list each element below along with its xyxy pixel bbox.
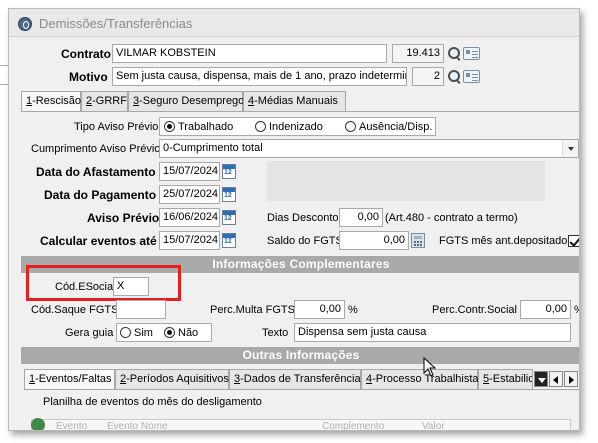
tab-seguro-desemprego[interactable]: 3-Seguro Desemprego bbox=[128, 91, 244, 111]
cumprimento-select[interactable]: 0-Cumprimento total bbox=[159, 139, 579, 158]
tab-divider bbox=[24, 389, 579, 390]
contact-card-icon[interactable] bbox=[463, 70, 480, 83]
motivo-label: Motivo bbox=[69, 70, 108, 84]
calendar-icon[interactable]: 12 bbox=[222, 187, 236, 202]
radio-ausencia-disp[interactable]: Ausência/Disp. bbox=[345, 121, 432, 133]
perc-contr-field[interactable]: 0,00 bbox=[520, 300, 571, 319]
rescisao-tabs: 1-Rescisão 2-GRRF 3-Seguro Desemprego 4-… bbox=[21, 91, 579, 112]
grid-col-evento[interactable]: Evento bbox=[56, 421, 87, 430]
aviso-previo-label: Aviso Prévio bbox=[87, 211, 160, 225]
perc-contr-label: Perc.Contr.Social bbox=[432, 304, 517, 316]
tabs-scroll-right-button[interactable] bbox=[564, 371, 578, 387]
fgts-mes-label: FGTS mês ant.depositado bbox=[439, 235, 568, 247]
radio-trabalhado[interactable]: Trabalhado bbox=[164, 121, 233, 133]
title-bar[interactable]: Demissões/Transferências bbox=[9, 9, 579, 37]
eventos-grid-header: Evento Evento Nome Complemento Valor bbox=[31, 419, 571, 430]
data-afastamento-field[interactable]: 15/07/2024 bbox=[159, 162, 220, 181]
contrato-code-field[interactable]: 19.413 bbox=[392, 44, 444, 63]
percent-sign: % bbox=[348, 304, 358, 316]
calendar-icon[interactable]: 12 bbox=[222, 210, 236, 225]
calculator-icon[interactable] bbox=[411, 233, 425, 248]
tab-eventos-faltas[interactable]: 1-Eventos/Faltas bbox=[24, 369, 115, 390]
cod-saque-field[interactable] bbox=[116, 300, 166, 319]
background-divider bbox=[0, 84, 8, 85]
tab-grrf[interactable]: 2-GRRF bbox=[81, 91, 128, 111]
dias-desconto-label: Dias Desconto bbox=[267, 212, 339, 224]
contrato-name-field[interactable]: VILMAR KOBSTEIN bbox=[112, 44, 387, 63]
gera-guia-label: Gera guia bbox=[65, 327, 114, 339]
data-pagamento-label: Data do Pagamento bbox=[44, 188, 157, 202]
fgts-mes-checkbox[interactable] bbox=[568, 235, 579, 247]
data-afastamento-label: Data do Afastamento bbox=[36, 165, 156, 179]
mouse-cursor-icon bbox=[423, 357, 437, 377]
contact-card-icon[interactable] bbox=[463, 47, 480, 60]
contrato-label: Contrato bbox=[61, 47, 111, 61]
tab-periodos-aquisitivos[interactable]: 2-Períodos Aquisitivos bbox=[115, 369, 229, 389]
outras-tabs: 1-Eventos/Faltas 2-Períodos Aquisitivos … bbox=[24, 369, 579, 390]
grid-status-icon bbox=[31, 418, 45, 430]
calendar-icon[interactable]: 12 bbox=[222, 164, 236, 179]
calcular-eventos-field[interactable]: 15/07/2024 bbox=[159, 231, 220, 250]
chevron-down-icon[interactable] bbox=[562, 140, 578, 157]
dias-desconto-field[interactable]: 0,00 bbox=[339, 208, 383, 227]
tab-scroll-controls bbox=[534, 371, 579, 387]
search-icon[interactable] bbox=[447, 69, 461, 83]
highlight-box bbox=[26, 265, 181, 301]
perc-multa-label: Perc.Multa FGTS bbox=[210, 304, 295, 316]
saldo-fgts-field[interactable]: 0,00 bbox=[339, 231, 409, 250]
app-icon bbox=[18, 17, 32, 31]
radio-indenizado[interactable]: Indenizado bbox=[255, 121, 323, 133]
tab-processo-trabalhista[interactable]: 4-Processo Trabalhista bbox=[361, 369, 479, 389]
info-panel-placeholder bbox=[267, 161, 545, 201]
grid-col-valor[interactable]: Valor bbox=[422, 421, 445, 430]
texto-field[interactable]: Dispensa sem justa causa bbox=[294, 323, 571, 342]
grid-col-complemento[interactable]: Complemento bbox=[322, 421, 384, 430]
perc-multa-field[interactable]: 0,00 bbox=[294, 300, 345, 319]
percent-sign: % bbox=[574, 304, 579, 316]
cod-saque-label: Cód.Saque FGTS bbox=[31, 304, 119, 316]
section-outras-informacoes: Outras Informações bbox=[21, 347, 579, 364]
planilha-label: Planilha de eventos do mês do desligamen… bbox=[43, 396, 262, 408]
tipo-aviso-radio-group: Trabalhado Indenizado Ausência/Disp. bbox=[159, 117, 436, 136]
window-title: Demissões/Transferências bbox=[39, 16, 193, 31]
gera-guia-radio-group: Sim Não bbox=[116, 323, 212, 342]
dias-desconto-note: (Art.480 - contrato a termo) bbox=[385, 212, 518, 224]
radio-nao[interactable]: Não bbox=[164, 327, 198, 339]
grid-col-evento-nome[interactable]: Evento Nome bbox=[107, 421, 168, 430]
radio-sim[interactable]: Sim bbox=[120, 327, 153, 339]
motivo-code-field[interactable]: 2 bbox=[412, 67, 444, 86]
tabs-dropdown-button[interactable] bbox=[534, 371, 548, 387]
cumprimento-value: 0-Cumprimento total bbox=[163, 142, 263, 154]
tabs-scroll-left-button[interactable] bbox=[549, 371, 563, 387]
texto-label: Texto bbox=[262, 327, 289, 339]
tab-dados-transferencia[interactable]: 3-Dados de Transferência bbox=[229, 369, 361, 389]
data-pagamento-field[interactable]: 25/07/2024 bbox=[159, 185, 220, 204]
tab-rescisao[interactable]: 1-Rescisão bbox=[21, 91, 81, 112]
calcular-eventos-label: Calcular eventos até bbox=[40, 234, 157, 248]
demissoes-window: Demissões/Transferências Contrato VILMAR… bbox=[8, 8, 580, 431]
tab-medias-manuais[interactable]: 4-Médias Manuais bbox=[243, 91, 346, 111]
background-window-edge bbox=[0, 0, 8, 443]
search-icon[interactable] bbox=[447, 46, 461, 60]
motivo-description-field[interactable]: Sem justa causa, dispensa, mais de 1 ano… bbox=[112, 67, 407, 86]
saldo-fgts-label: Saldo do FGTS bbox=[267, 235, 343, 247]
tab-estabilidade[interactable]: 5-Estabilid bbox=[478, 369, 533, 389]
tipo-aviso-label: Tipo Aviso Prévio bbox=[74, 121, 159, 133]
aviso-previo-field[interactable]: 16/06/2024 bbox=[159, 208, 220, 227]
cumprimento-label: Cumprimento Aviso Prévio bbox=[31, 143, 161, 155]
tab-divider bbox=[21, 111, 579, 112]
calendar-icon[interactable]: 12 bbox=[222, 233, 236, 248]
background-divider bbox=[0, 65, 8, 66]
